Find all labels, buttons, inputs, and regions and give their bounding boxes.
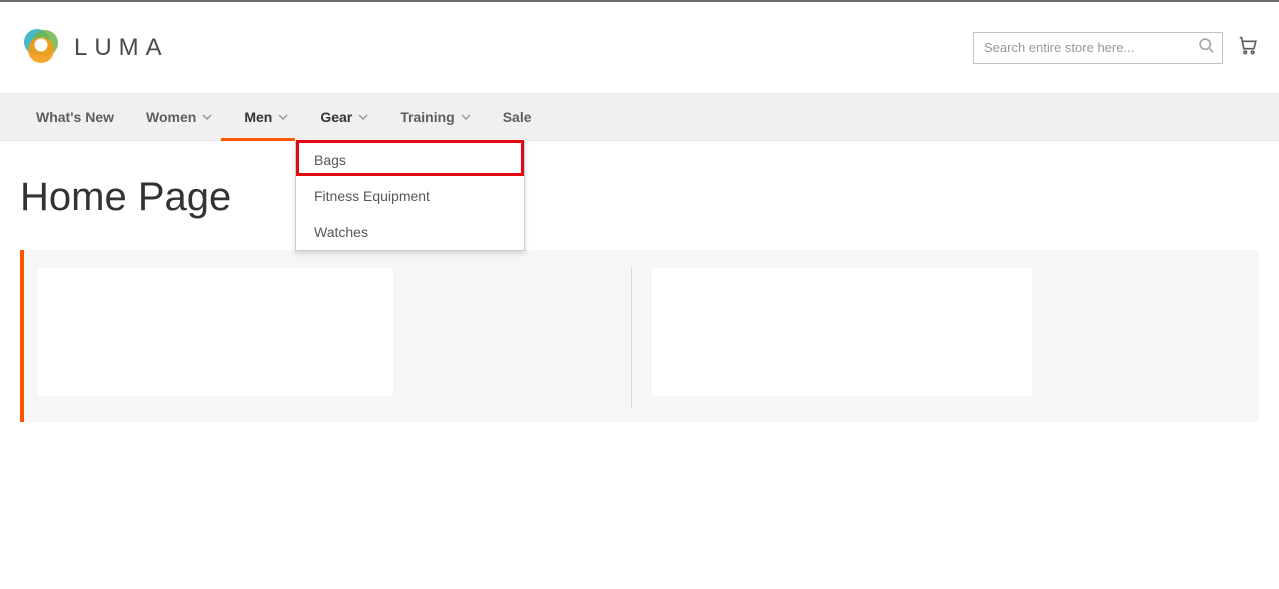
chevron-down-icon	[278, 109, 288, 125]
search-box	[973, 32, 1223, 64]
promo-card-right[interactable]	[652, 268, 1032, 396]
promo-block	[20, 250, 1259, 422]
search-input[interactable]	[973, 32, 1223, 64]
nav-item-whats-new[interactable]: What's New	[20, 94, 130, 140]
page-title: Home Page	[20, 175, 1259, 220]
nav-item-men[interactable]: Men	[228, 94, 304, 140]
nav-label: Women	[146, 109, 196, 125]
nav-list: What's New Women Men Gear	[0, 94, 1279, 140]
nav-label: Gear	[320, 109, 352, 125]
search-icon[interactable]	[1198, 37, 1215, 59]
dropdown-item-watches[interactable]: Watches	[296, 214, 524, 250]
gear-dropdown: Bags Fitness Equipment Watches	[295, 141, 525, 251]
nav-label: What's New	[36, 109, 114, 125]
dropdown-item-bags[interactable]: Bags	[296, 142, 524, 178]
dropdown-item-label: Fitness Equipment	[314, 188, 430, 204]
nav-item-gear[interactable]: Gear	[304, 94, 384, 140]
nav-label: Sale	[503, 109, 532, 125]
promo-divider	[631, 268, 632, 408]
nav-item-sale[interactable]: Sale	[487, 94, 548, 140]
nav-label: Men	[244, 109, 272, 125]
chevron-down-icon	[461, 109, 471, 125]
main-content: Home Page	[0, 141, 1279, 422]
cart-icon[interactable]	[1237, 34, 1259, 61]
nav-label: Training	[400, 109, 454, 125]
header: LUMA	[0, 2, 1279, 93]
chevron-down-icon	[202, 109, 212, 125]
logo[interactable]: LUMA	[20, 24, 169, 71]
nav-active-indicator	[221, 138, 295, 141]
header-actions	[973, 32, 1259, 64]
dropdown-item-label: Watches	[314, 224, 368, 240]
chevron-down-icon	[358, 109, 368, 125]
nav-item-training[interactable]: Training	[384, 94, 486, 140]
promo-card-left[interactable]	[38, 268, 393, 396]
logo-text: LUMA	[74, 34, 169, 62]
nav-item-women[interactable]: Women	[130, 94, 228, 140]
dropdown-item-fitness-equipment[interactable]: Fitness Equipment	[296, 178, 524, 214]
dropdown-item-label: Bags	[314, 152, 346, 168]
logo-icon	[20, 24, 62, 71]
main-nav: What's New Women Men Gear	[0, 93, 1279, 141]
